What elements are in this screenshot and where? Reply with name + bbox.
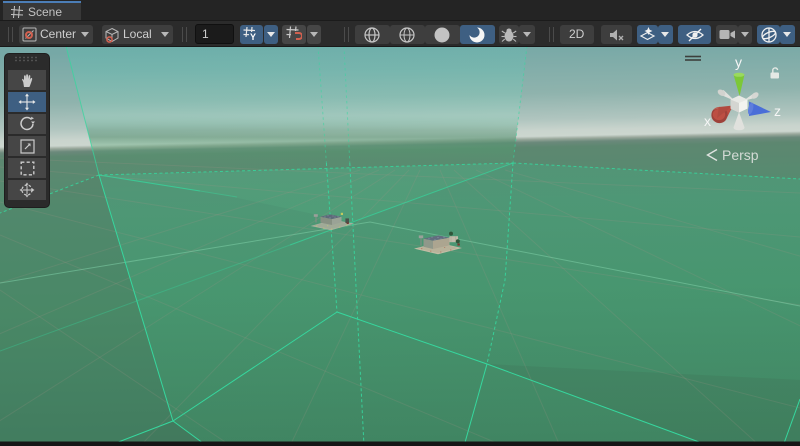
svg-text:Persp: Persp	[722, 147, 759, 163]
svg-text:Y: Y	[250, 32, 256, 42]
svg-text:x: x	[704, 113, 711, 129]
svg-text:z: z	[774, 103, 781, 119]
svg-text:y: y	[735, 54, 742, 70]
